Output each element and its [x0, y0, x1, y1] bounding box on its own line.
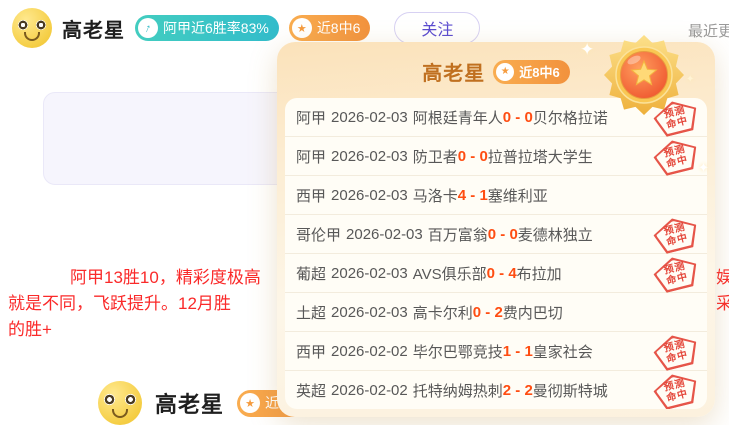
- match-score: 4 - 1: [458, 187, 488, 204]
- match-home-team: 毕尔巴鄂竞技: [413, 341, 503, 362]
- match-row[interactable]: 西甲 2026-02-03 马洛卡 4 - 1 塞维利亚 预测命中: [285, 176, 707, 215]
- match-score: 1 - 1: [503, 343, 533, 360]
- match-home-team: 防卫者: [413, 146, 458, 167]
- prediction-record-popup: ✦ ✦ ✦ 高老星 ★ 近8中6 阿甲 2026-02-03 阿根廷青年人 0 …: [277, 42, 715, 417]
- sparkle-icon: ✦: [698, 160, 709, 176]
- avatar-smile: [24, 32, 40, 41]
- match-date: 2026-02-03: [331, 148, 408, 165]
- hits-badge-label: 近8中6: [317, 18, 361, 38]
- star-icon: ★: [496, 63, 514, 81]
- popup-title: 高老星: [422, 57, 485, 86]
- trend-up-icon: ↑: [138, 18, 158, 38]
- avatar-smile: [112, 409, 128, 418]
- match-league: 西甲: [296, 341, 326, 362]
- article-text: 阿甲13胜10，精彩度极高 就是不同，飞跃提升。12月胜 的胜+: [8, 265, 318, 343]
- article-line: 就是不同，飞跃提升。12月胜: [8, 291, 318, 317]
- match-away-team: 布拉加: [517, 263, 562, 284]
- match-row[interactable]: 土超 2026-02-03 高卡尔利 0 - 2 费内巴切 预测命中: [285, 293, 707, 332]
- hits-badge: ★ 近8中6: [289, 15, 371, 41]
- prediction-hit-stamp-icon: 预测命中: [651, 369, 702, 409]
- match-score: 0 - 0: [503, 109, 533, 126]
- user-name[interactable]: 高老星: [62, 14, 125, 43]
- user-name[interactable]: 高老星: [155, 387, 224, 419]
- match-home-team: 马洛卡: [413, 185, 458, 206]
- match-date: 2026-02-02: [331, 382, 408, 399]
- match-date: 2026-02-03: [331, 109, 408, 126]
- match-away-team: 费内巴切: [503, 302, 563, 323]
- prediction-hit-stamp-icon: 预测命中: [651, 252, 702, 295]
- match-date: 2026-02-02: [331, 343, 408, 360]
- match-row[interactable]: 葡超 2026-02-03 AVS俱乐部 0 - 4 布拉加 预测命中: [285, 254, 707, 293]
- match-league: 英超: [296, 380, 326, 401]
- match-date: 2026-02-03: [331, 187, 408, 204]
- gold-medal-icon: [603, 34, 685, 116]
- prediction-hit-stamp-icon: 预测命中: [651, 135, 702, 178]
- match-away-team: 塞维利亚: [488, 185, 548, 206]
- article-line: 阿甲13胜10，精彩度极高: [8, 265, 318, 291]
- hits-badge: ★ 近8中6: [493, 60, 569, 84]
- match-home-team: 百万富翁: [428, 224, 488, 245]
- match-date: 2026-02-03: [331, 265, 408, 282]
- prediction-hit-stamp-icon: 预测命中: [651, 213, 702, 256]
- match-list: 阿甲 2026-02-03 阿根廷青年人 0 - 0 贝尔格拉诺 预测命中 阿甲…: [285, 98, 707, 409]
- match-away-team: 曼彻斯特城: [533, 380, 608, 401]
- match-home-team: 阿根廷青年人: [413, 107, 503, 128]
- match-score: 0 - 0: [458, 148, 488, 165]
- user-avatar[interactable]: [12, 8, 52, 48]
- match-away-team: 拉普拉塔大学生: [488, 146, 593, 167]
- avatar-eye: [18, 20, 28, 30]
- match-score: 2 - 2: [503, 382, 533, 399]
- match-league: 西甲: [296, 185, 326, 206]
- article-line: 的胜+: [8, 317, 318, 343]
- avatar-eye: [125, 394, 136, 405]
- match-score: 0 - 2: [473, 304, 503, 321]
- recent-update-label: 最近更新: [688, 20, 729, 41]
- prediction-hit-stamp-icon: 预测命中: [651, 330, 702, 373]
- star-icon: ★: [240, 393, 260, 413]
- clipped-text-fragment: 娱: [716, 263, 729, 288]
- match-away-team: 皇家社会: [533, 341, 593, 362]
- match-away-team: 麦德林独立: [518, 224, 593, 245]
- match-home-team: AVS俱乐部: [413, 263, 487, 284]
- user-avatar[interactable]: [98, 381, 142, 425]
- match-league: 葡超: [296, 263, 326, 284]
- match-date: 2026-02-03: [346, 226, 423, 243]
- match-row[interactable]: 西甲 2026-02-02 毕尔巴鄂竞技 1 - 1 皇家社会 预测命中: [285, 332, 707, 371]
- star-icon: ★: [292, 18, 312, 38]
- match-home-team: 高卡尔利: [413, 302, 473, 323]
- match-row[interactable]: 哥伦甲 2026-02-03 百万富翁 0 - 0 麦德林独立 预测命中: [285, 215, 707, 254]
- match-row[interactable]: 英超 2026-02-02 托特纳姆热刺 2 - 2 曼彻斯特城 预测命中: [285, 371, 707, 409]
- match-league: 阿甲: [296, 107, 326, 128]
- win-rate-badge-label: 阿甲近6胜率83%: [163, 18, 269, 38]
- match-score: 0 - 4: [487, 265, 517, 282]
- match-score: 0 - 0: [488, 226, 518, 243]
- match-league: 阿甲: [296, 146, 326, 167]
- sparkle-icon: ✦: [686, 74, 694, 85]
- match-row[interactable]: 阿甲 2026-02-03 防卫者 0 - 0 拉普拉塔大学生 预测命中: [285, 137, 707, 176]
- match-home-team: 托特纳姆热刺: [413, 380, 503, 401]
- sparkle-icon: ✦: [580, 40, 594, 60]
- match-date: 2026-02-03: [331, 304, 408, 321]
- hits-badge-label: 近8中6: [519, 62, 559, 81]
- avatar-eye: [36, 20, 46, 30]
- match-league: 哥伦甲: [296, 224, 341, 245]
- win-rate-badge: ↑ 阿甲近6胜率83%: [135, 15, 279, 41]
- clipped-text-fragment: 采: [716, 289, 729, 314]
- match-away-team: 贝尔格拉诺: [533, 107, 608, 128]
- follow-button[interactable]: 关注: [394, 12, 480, 44]
- avatar-eye: [104, 394, 115, 405]
- match-league: 土超: [296, 302, 326, 323]
